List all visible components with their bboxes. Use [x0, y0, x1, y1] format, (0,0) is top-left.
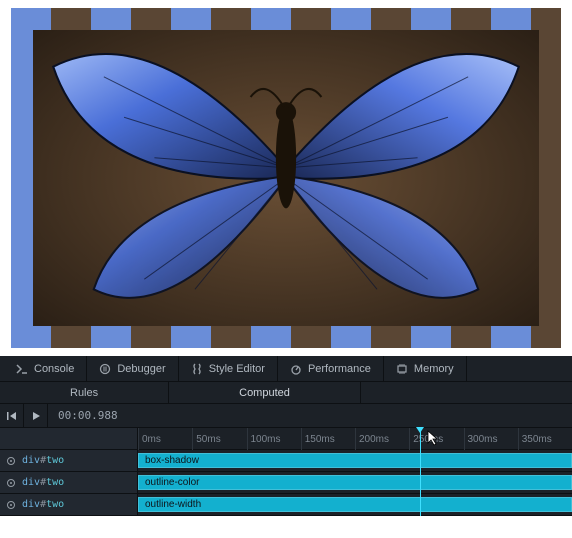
debugger-icon	[99, 363, 111, 375]
devtools-panel: Console Debugger Style Editor Performanc…	[0, 356, 572, 516]
animation-playbar: 00:00.988	[0, 404, 572, 428]
tab-performance[interactable]: Performance	[278, 356, 384, 381]
preview-pane	[0, 0, 572, 356]
target-icon	[6, 500, 16, 510]
ruler-tick: 50ms	[192, 428, 220, 450]
subtab-computed[interactable]: Computed	[169, 382, 361, 403]
style-editor-icon	[191, 363, 203, 375]
animation-track[interactable]: div#twobox-shadow	[0, 450, 572, 472]
tab-label: Style Editor	[209, 363, 265, 375]
ruler-tick: 250ms	[409, 428, 443, 450]
tab-memory[interactable]: Memory	[384, 356, 467, 381]
playback-time: 00:00.988	[48, 409, 128, 422]
animation-track[interactable]: div#twooutline-color	[0, 472, 572, 494]
subtab-filler	[361, 382, 572, 403]
tab-console[interactable]: Console	[4, 356, 87, 381]
timeline-ruler[interactable]: 0ms 50ms 100ms 150ms 200ms 250ms 300ms 350ms	[0, 428, 572, 450]
animation-bar[interactable]: box-shadow	[138, 453, 572, 468]
target-icon	[6, 478, 16, 488]
subtab-rules[interactable]: Rules	[0, 382, 169, 403]
animation-timeline: 0ms 50ms 100ms 150ms 200ms 250ms 300ms 350ms di…	[0, 428, 572, 516]
track-lane[interactable]: outline-color	[138, 472, 572, 493]
track-lane[interactable]: box-shadow	[138, 450, 572, 471]
animation-track[interactable]: div#twooutline-width	[0, 494, 572, 516]
memory-icon	[396, 363, 408, 375]
ruler-tick: 0ms	[138, 428, 161, 450]
ruler-tick: 300ms	[464, 428, 498, 450]
ruler-tick: 200ms	[355, 428, 389, 450]
ruler-tick: 150ms	[301, 428, 335, 450]
performance-icon	[290, 363, 302, 375]
animation-bar[interactable]: outline-color	[138, 475, 572, 490]
tab-label: Debugger	[117, 363, 165, 375]
track-label[interactable]: div#two	[0, 494, 138, 515]
tab-debugger[interactable]: Debugger	[87, 356, 178, 381]
console-icon	[16, 363, 28, 375]
tab-label: Console	[34, 363, 74, 375]
target-icon	[6, 456, 16, 466]
animated-element	[11, 8, 561, 348]
ruler-tick: 100ms	[247, 428, 281, 450]
play-button[interactable]	[24, 404, 48, 428]
ruler-tick: 350ms	[518, 428, 552, 450]
tab-label: Memory	[414, 363, 454, 375]
butterfly-image	[33, 30, 539, 326]
devtools-tabbar: Console Debugger Style Editor Performanc…	[0, 356, 572, 382]
tab-label: Performance	[308, 363, 371, 375]
track-label[interactable]: div#two	[0, 472, 138, 493]
tab-style-editor[interactable]: Style Editor	[179, 356, 278, 381]
track-lane[interactable]: outline-width	[138, 494, 572, 515]
rewind-button[interactable]	[0, 404, 24, 428]
inspector-subtabs: Rules Computed	[0, 382, 572, 404]
track-label[interactable]: div#two	[0, 450, 138, 471]
animation-bar[interactable]: outline-width	[138, 497, 572, 512]
